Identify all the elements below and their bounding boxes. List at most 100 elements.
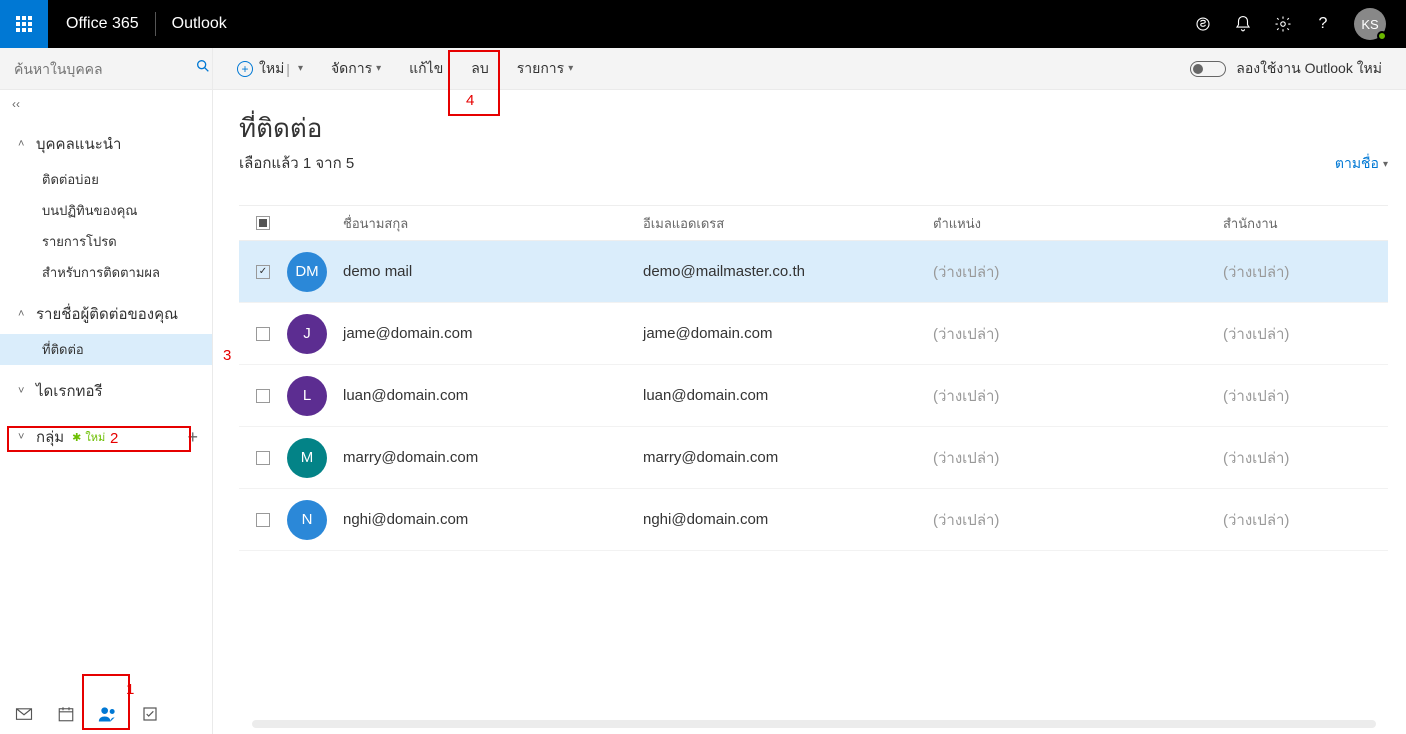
- col-header-office[interactable]: สำนักงาน: [1223, 213, 1388, 234]
- new-label: ใหม่: [259, 58, 284, 80]
- row-checkbox[interactable]: [256, 451, 270, 465]
- chevron-down-icon: ▾: [568, 63, 573, 74]
- skype-icon[interactable]: [1194, 15, 1212, 33]
- col-header-name[interactable]: ชื่อนามสกุล: [343, 213, 643, 234]
- search-icon[interactable]: [195, 58, 211, 79]
- add-group-button[interactable]: +: [187, 427, 198, 448]
- nav-section-suggested[interactable]: ˄บุคคลแนะนำ: [0, 124, 212, 164]
- nav-section-label: ไดเรกทอรี: [36, 379, 103, 403]
- nav-item-frequent[interactable]: ติดต่อบ่อย: [0, 164, 212, 195]
- edit-button[interactable]: แก้ไข: [409, 58, 443, 80]
- contact-row[interactable]: Jjame@domain.comjame@domain.com(ว่างเปล่…: [239, 303, 1388, 365]
- avatar-initials: KS: [1361, 17, 1378, 32]
- contact-avatar: M: [287, 438, 327, 478]
- contact-email: luan@domain.com: [643, 387, 933, 404]
- search-input[interactable]: [14, 61, 195, 77]
- app-name[interactable]: Outlook: [172, 15, 227, 33]
- contact-position: (ว่างเปล่า): [933, 384, 1223, 408]
- list-button[interactable]: รายการ ▾: [517, 58, 573, 80]
- nav-item-followup[interactable]: สำหรับการติดตามผล: [0, 257, 212, 288]
- mail-icon[interactable]: [14, 704, 34, 724]
- row-checkbox[interactable]: [256, 389, 270, 403]
- app-launcher[interactable]: [0, 0, 48, 48]
- top-bar: Office 365 Outlook ? KS: [0, 0, 1406, 48]
- contact-avatar: L: [287, 376, 327, 416]
- contact-position: (ว่างเปล่า): [933, 260, 1223, 284]
- chevron-down-icon: ▾: [376, 63, 381, 74]
- row-checkbox[interactable]: [256, 265, 270, 279]
- nav-section-directory[interactable]: ˅ ไดเรกทอรี: [0, 371, 212, 411]
- contact-email: demo@mailmaster.co.th: [643, 263, 933, 280]
- nav-item-favorites[interactable]: รายการโปรด: [0, 226, 212, 257]
- chevron-up-icon: ˄: [18, 308, 30, 320]
- try-new-label: ลองใช้งาน Outlook ใหม่: [1236, 58, 1382, 80]
- manage-label: จัดการ: [331, 58, 372, 80]
- chevron-down-icon: ˅: [18, 385, 30, 397]
- nav-section-label: กลุ่ม: [36, 425, 64, 449]
- tasks-icon[interactable]: [140, 704, 160, 724]
- people-icon[interactable]: [98, 704, 118, 724]
- col-header-position[interactable]: ตำแหน่ง: [933, 213, 1223, 234]
- chevron-down-icon: ▾: [1383, 159, 1388, 170]
- contact-name: demo mail: [343, 263, 643, 280]
- notifications-icon[interactable]: [1234, 15, 1252, 33]
- contact-email: nghi@domain.com: [643, 511, 933, 528]
- user-avatar[interactable]: KS: [1354, 8, 1386, 40]
- contact-row[interactable]: DMdemo maildemo@mailmaster.co.th(ว่างเปล…: [239, 241, 1388, 303]
- settings-icon[interactable]: [1274, 15, 1292, 33]
- nav-section-your-contacts[interactable]: ˄ รายชื่อผู้ติดต่อของคุณ: [0, 294, 212, 334]
- search-box[interactable]: [0, 48, 213, 89]
- manage-button[interactable]: จัดการ ▾: [331, 58, 381, 80]
- contact-office: (ว่างเปล่า): [1223, 322, 1388, 346]
- suite-brand[interactable]: Office 365: [66, 15, 139, 33]
- content-area: ที่ติดต่อ เลือกแล้ว 1 จาก 5 ตามชื่อ ▾ ชื…: [213, 90, 1406, 734]
- list-label: รายการ: [517, 58, 564, 80]
- contact-position: (ว่างเปล่า): [933, 446, 1223, 470]
- help-icon[interactable]: ?: [1314, 15, 1332, 33]
- contact-avatar: DM: [287, 252, 327, 292]
- horizontal-scrollbar[interactable]: [252, 720, 1376, 728]
- select-all-checkbox[interactable]: [256, 216, 270, 230]
- contact-name: jame@domain.com: [343, 325, 643, 342]
- sort-button[interactable]: ตามชื่อ ▾: [1335, 153, 1388, 175]
- contact-email: marry@domain.com: [643, 449, 933, 466]
- contact-office: (ว่างเปล่า): [1223, 384, 1388, 408]
- nav-section-label: รายชื่อผู้ติดต่อของคุณ: [36, 302, 178, 326]
- waffle-icon: [16, 16, 32, 32]
- nav-section-label: บุคคลแนะนำ: [36, 132, 121, 156]
- command-bar: + ใหม่ | ▾ จัดการ ▾ แก้ไข ลบ รายการ ▾ ลองใ…: [0, 48, 1406, 90]
- contact-row[interactable]: Mmarry@domain.commarry@domain.com(ว่างเป…: [239, 427, 1388, 489]
- col-header-email[interactable]: อีเมลแอดเดรส: [643, 213, 933, 234]
- contact-name: nghi@domain.com: [343, 511, 643, 528]
- nav-section-groups[interactable]: ˅ กลุ่ม ใหม่ +: [0, 417, 212, 457]
- edit-label: แก้ไข: [409, 58, 443, 80]
- page-title: ที่ติดต่อ: [239, 108, 354, 149]
- contact-office: (ว่างเปล่า): [1223, 260, 1388, 284]
- delete-button[interactable]: ลบ: [471, 58, 488, 80]
- plus-icon: +: [237, 61, 253, 77]
- contact-row[interactable]: Nnghi@domain.comnghi@domain.com(ว่างเปล่…: [239, 489, 1388, 551]
- contact-office: (ว่างเปล่า): [1223, 446, 1388, 470]
- nav-item-calendar[interactable]: บนปฏิทินของคุณ: [0, 195, 212, 226]
- new-badge: ใหม่: [72, 428, 105, 446]
- divider: [155, 12, 156, 36]
- row-checkbox[interactable]: [256, 327, 270, 341]
- nav-item-contacts[interactable]: ที่ติดต่อ: [0, 334, 212, 365]
- new-button[interactable]: + ใหม่ | ▾: [237, 58, 303, 80]
- contact-row[interactable]: Lluan@domain.comluan@domain.com(ว่างเปล่…: [239, 365, 1388, 427]
- contact-position: (ว่างเปล่า): [933, 322, 1223, 346]
- contact-office: (ว่างเปล่า): [1223, 508, 1388, 532]
- calendar-icon[interactable]: [56, 704, 76, 724]
- contact-position: (ว่างเปล่า): [933, 508, 1223, 532]
- chevron-down-icon[interactable]: ▾: [298, 63, 303, 74]
- collapse-sidebar[interactable]: ‹‹: [0, 90, 212, 118]
- sidebar: ‹‹ ˄บุคคลแนะนำ ติดต่อบ่อย บนปฏิทินของคุณ…: [0, 90, 213, 734]
- try-new-toggle[interactable]: [1190, 61, 1226, 77]
- row-checkbox[interactable]: [256, 513, 270, 527]
- chevron-down-icon: ˅: [18, 431, 30, 443]
- delete-label: ลบ: [471, 58, 488, 80]
- contact-avatar: N: [287, 500, 327, 540]
- contact-name: luan@domain.com: [343, 387, 643, 404]
- contact-email: jame@domain.com: [643, 325, 933, 342]
- sort-label: ตามชื่อ: [1335, 153, 1379, 175]
